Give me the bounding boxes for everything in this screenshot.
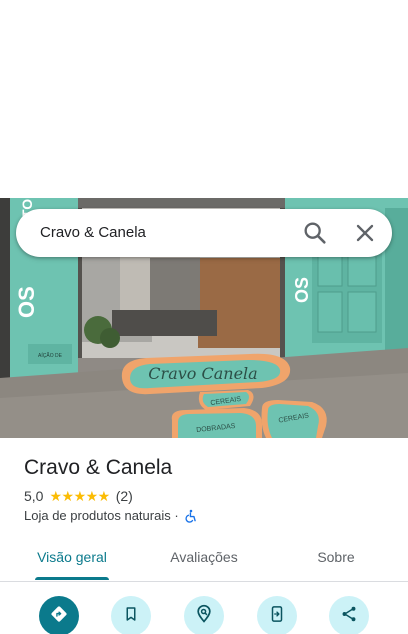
send-to-phone-icon [268,605,286,628]
floor-sign-text: Cravo Canela [148,364,257,383]
place-title: Cravo & Canela [24,456,173,479]
tab-overview[interactable]: Visão geral [24,549,120,565]
category-row: Loja de produtos naturais · [24,508,394,523]
bookmark-icon [122,605,140,628]
save-button[interactable] [111,596,151,634]
search-icon[interactable] [301,219,329,247]
directions-button[interactable] [39,596,79,634]
place-category: Loja de produtos naturais · [24,508,179,523]
tab-about[interactable]: Sobre [296,549,376,565]
place-info: Cravo & Canela 5,0 ★★★★★ (2) Loja de pro… [24,455,394,523]
active-tab-indicator [35,577,109,580]
tab-bar: Visão geral Avaliações Sobre [0,537,408,582]
nearby-button[interactable] [184,596,224,634]
rating-value: 5,0 [24,488,44,504]
send-to-phone-button[interactable] [257,596,297,634]
search-bar[interactable]: Cravo & Canela [16,209,392,257]
nearby-search-icon [194,604,214,629]
wheelchair-accessible-icon [184,509,198,523]
review-count[interactable]: (2) [116,488,133,504]
search-query[interactable]: Cravo & Canela [40,224,146,241]
side-text-right: OS [292,277,312,303]
star-rating-icon: ★★★★★ [49,487,110,504]
wall-sticker-text: AÍÇÃO DE [38,352,63,359]
close-icon[interactable] [351,219,379,247]
tab-reviews[interactable]: Avaliações [154,549,254,565]
map-area[interactable] [0,0,408,198]
share-button[interactable] [329,596,369,634]
divider [0,581,408,582]
action-buttons [0,596,408,634]
share-icon [340,605,358,628]
side-text-left: OS [14,286,39,318]
rating-row[interactable]: 5,0 ★★★★★ (2) [24,487,394,505]
directions-icon [49,604,69,629]
